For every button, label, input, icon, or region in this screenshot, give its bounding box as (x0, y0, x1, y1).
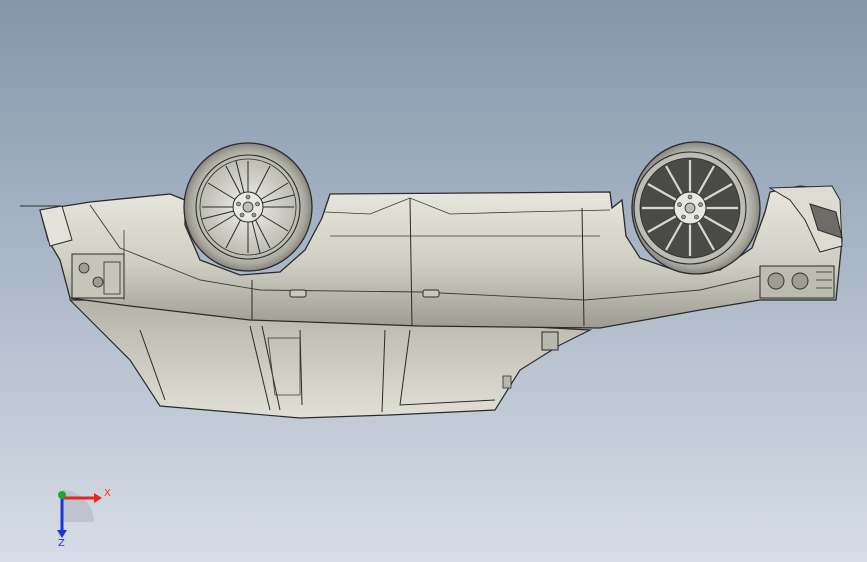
antenna-base (502, 375, 512, 389)
headlamp-icon (791, 272, 809, 290)
door-handle[interactable] (422, 289, 440, 298)
x-axis-label: X (104, 488, 111, 499)
rear-wheel[interactable] (183, 142, 313, 272)
y-axis-indicator (58, 491, 66, 499)
tail-lamp-icon (92, 276, 104, 288)
mirror-mount (541, 331, 559, 351)
coordinate-triad[interactable]: X Z (40, 478, 120, 548)
x-axis-arrowhead (94, 493, 102, 503)
z-axis-arrowhead (57, 530, 67, 538)
headlamp-icon (767, 272, 785, 290)
cad-viewport[interactable]: X Z (0, 0, 867, 562)
z-axis-label: Z (58, 538, 65, 548)
hub-cap-icon (242, 201, 254, 213)
hub-cap-icon (684, 202, 696, 214)
front-wheel[interactable] (631, 141, 761, 275)
door-handle[interactable] (289, 289, 307, 298)
triad-plane (62, 490, 94, 522)
tail-light (71, 253, 125, 299)
car-model-scene[interactable] (0, 0, 867, 562)
tail-lamp-icon (78, 262, 90, 274)
